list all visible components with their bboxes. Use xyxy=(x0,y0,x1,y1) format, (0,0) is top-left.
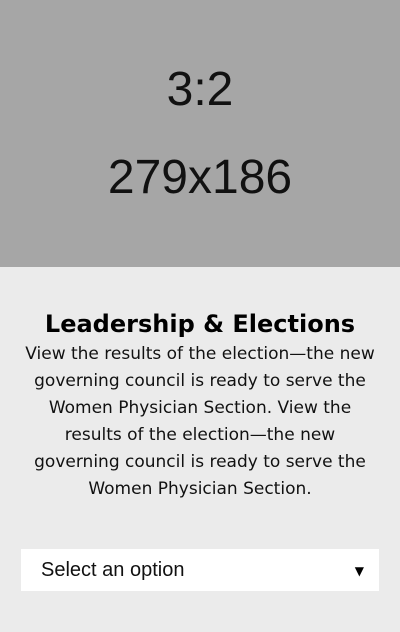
triangle-down-icon: ▼ xyxy=(354,564,364,578)
card-title: Leadership & Elections xyxy=(44,310,356,338)
placeholder-image: 3:2 279x186 xyxy=(0,0,400,267)
image-dimensions: 279x186 xyxy=(107,151,293,204)
option-select[interactable]: Select an option ▼ xyxy=(21,549,379,591)
select-value: Select an option xyxy=(41,559,185,581)
card-description: View the results of the election—the new… xyxy=(25,344,375,499)
content-card: 3:2 279x186 Leadership & Elections View … xyxy=(0,0,400,632)
image-aspect-ratio: 3:2 xyxy=(166,63,234,116)
